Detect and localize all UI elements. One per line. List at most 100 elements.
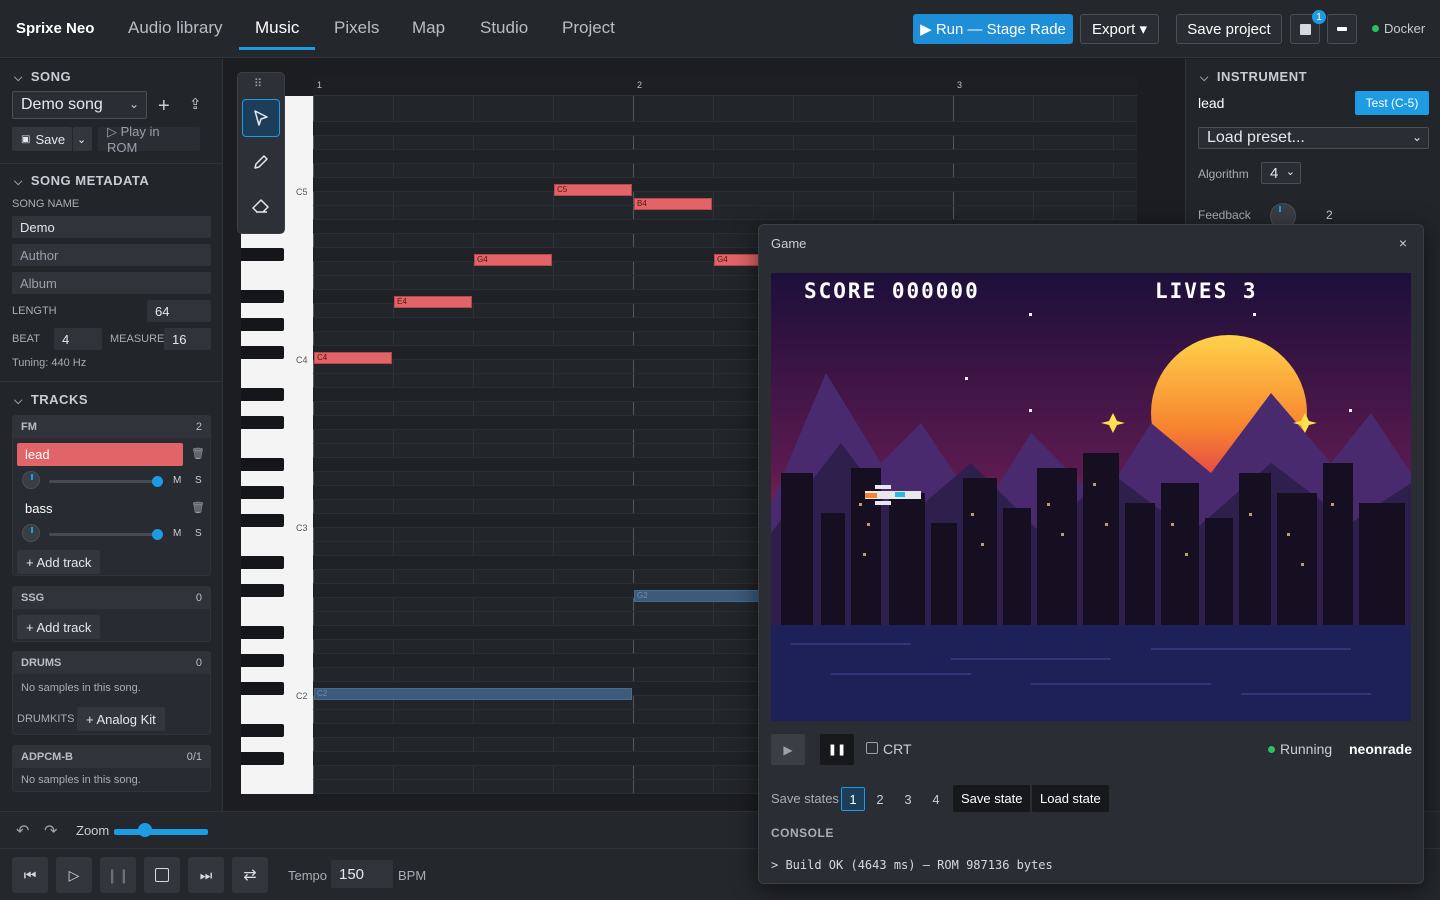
grid-row [313,108,1137,122]
black-key[interactable] [241,346,284,359]
black-key[interactable] [241,584,284,597]
black-key[interactable] [241,514,284,527]
pencil-tool-button[interactable] [242,143,280,181]
measure-input[interactable]: 16 [164,328,211,350]
play-in-rom-button[interactable]: ▷ Play in ROM [98,124,200,155]
top-bar: Sprixe Neo Audio library Music Pixels Ma… [0,0,1440,58]
game-screen[interactable]: SCORE 000000 LIVES 3 [771,273,1411,721]
bass-solo-button[interactable]: S [195,528,202,539]
minimize-button[interactable] [1327,14,1357,44]
redo-icon[interactable]: ↷ [44,821,57,841]
zoom-handle[interactable] [138,823,152,837]
track-lead[interactable]: lead [17,443,183,466]
game-pause-button[interactable]: ❚❚ [820,734,854,765]
play-button[interactable]: ▷ [56,857,92,893]
note-c4[interactable]: C4 [314,352,392,364]
skip-end-button[interactable]: ⏭ [188,857,224,893]
crt-checkbox[interactable] [866,742,878,754]
black-key[interactable] [241,626,284,639]
bass-volume-slider[interactable] [49,533,159,536]
black-key[interactable] [241,724,284,737]
lead-solo-button[interactable]: S [195,475,202,486]
tab-map[interactable]: Map [412,18,445,38]
trash-icon[interactable]: 🗑 [191,501,205,514]
analog-kit-button[interactable]: + Analog Kit [77,707,165,731]
tab-studio[interactable]: Studio [480,18,528,38]
song-name-input[interactable]: Demo [12,216,211,238]
note-e4[interactable]: E4 [394,296,472,308]
instrument-section-header[interactable]: ⌵ INSTRUMENT [1200,69,1307,85]
ssg-add-track-button[interactable]: + Add track [17,615,101,639]
note-b4[interactable]: B4 [634,198,712,210]
tempo-input[interactable]: 150 [331,860,393,888]
export-button[interactable]: Export ▾ [1080,14,1159,44]
trash-icon[interactable]: 🗑 [191,447,205,460]
close-icon[interactable]: × [1399,235,1407,251]
track-bass[interactable]: bass [25,501,52,516]
tab-project[interactable]: Project [562,18,615,38]
save-slot-3[interactable]: 3 [896,787,920,811]
black-key[interactable] [241,458,284,471]
black-key[interactable] [241,388,284,401]
tracks-section-header[interactable]: ⌵ TRACKS [14,392,88,408]
black-key[interactable] [241,290,284,303]
preset-select[interactable]: Load preset... ⌄ [1198,127,1429,149]
add-song-icon[interactable]: + [158,95,170,118]
black-key[interactable] [241,486,284,499]
metadata-section-header[interactable]: ⌵ SONG METADATA [14,173,149,189]
docker-status: Docker [1372,21,1425,36]
song-section-header[interactable]: ⌵ SONG [14,69,71,85]
black-key[interactable] [241,556,284,569]
black-key[interactable] [241,248,284,261]
algorithm-select[interactable]: 4 ⌄ [1261,162,1301,184]
lead-mute-button[interactable]: M [173,475,181,486]
load-state-button[interactable]: Load state [1032,785,1109,812]
tab-audio-library[interactable]: Audio library [128,18,223,38]
author-input[interactable]: Author [12,244,211,266]
lead-volume-handle[interactable] [152,476,163,487]
tab-music[interactable]: Music [255,18,299,38]
select-tool-button[interactable] [242,99,280,137]
save-slot-1[interactable]: 1 [841,787,865,811]
upload-icon[interactable]: ⇪ [189,95,202,113]
album-input[interactable]: Album [12,272,211,294]
drag-handle-icon[interactable]: ⠿ [254,77,263,90]
test-note-button[interactable]: Test (C-5) [1355,91,1429,115]
bass-volume-handle[interactable] [152,529,163,540]
tuning-text: Tuning: 440 Hz [12,357,87,369]
grid-row [313,150,1137,164]
stop-button[interactable] [144,857,180,893]
save-state-button[interactable]: Save state [953,785,1031,812]
tab-pixels[interactable]: Pixels [334,18,379,38]
lead-volume-slider[interactable] [49,480,159,483]
zoom-slider[interactable] [114,829,208,835]
bass-mute-button[interactable]: M [173,528,181,539]
save-song-button[interactable]: ▣ Save [12,127,72,151]
length-input[interactable]: 64 [147,300,211,322]
save-slot-2[interactable]: 2 [868,787,892,811]
bass-pan-knob[interactable] [22,524,40,542]
note-c2[interactable]: C2 [314,688,632,700]
black-key[interactable] [241,654,284,667]
note-c5[interactable]: C5 [554,184,632,196]
skip-start-button[interactable]: ⏮ [12,857,48,893]
song-select[interactable]: Demo song ⌄ [12,91,147,119]
loop-button[interactable]: ⇄ [232,857,268,893]
beat-input[interactable]: 4 [54,328,102,350]
fm-add-track-button[interactable]: + Add track [17,550,101,574]
undo-icon[interactable]: ↶ [16,821,29,841]
note-g4[interactable]: G4 [474,254,552,266]
save-slot-4[interactable]: 4 [924,787,948,811]
save-options-button[interactable]: ⌄ [73,127,92,151]
black-key[interactable] [241,682,284,695]
eraser-tool-button[interactable] [242,187,280,225]
lead-pan-knob[interactable] [22,471,40,489]
pause-button[interactable]: ❙❙ [100,857,136,893]
save-project-button[interactable]: Save project [1176,14,1282,44]
black-key[interactable] [241,752,284,765]
measure-ruler[interactable]: 1 2 3 [313,76,1137,96]
black-key[interactable] [241,318,284,331]
game-play-button[interactable]: ▶ [771,734,805,765]
run-stage-button[interactable]: ▶ Run — Stage Rade [913,14,1073,44]
black-key[interactable] [241,416,284,429]
